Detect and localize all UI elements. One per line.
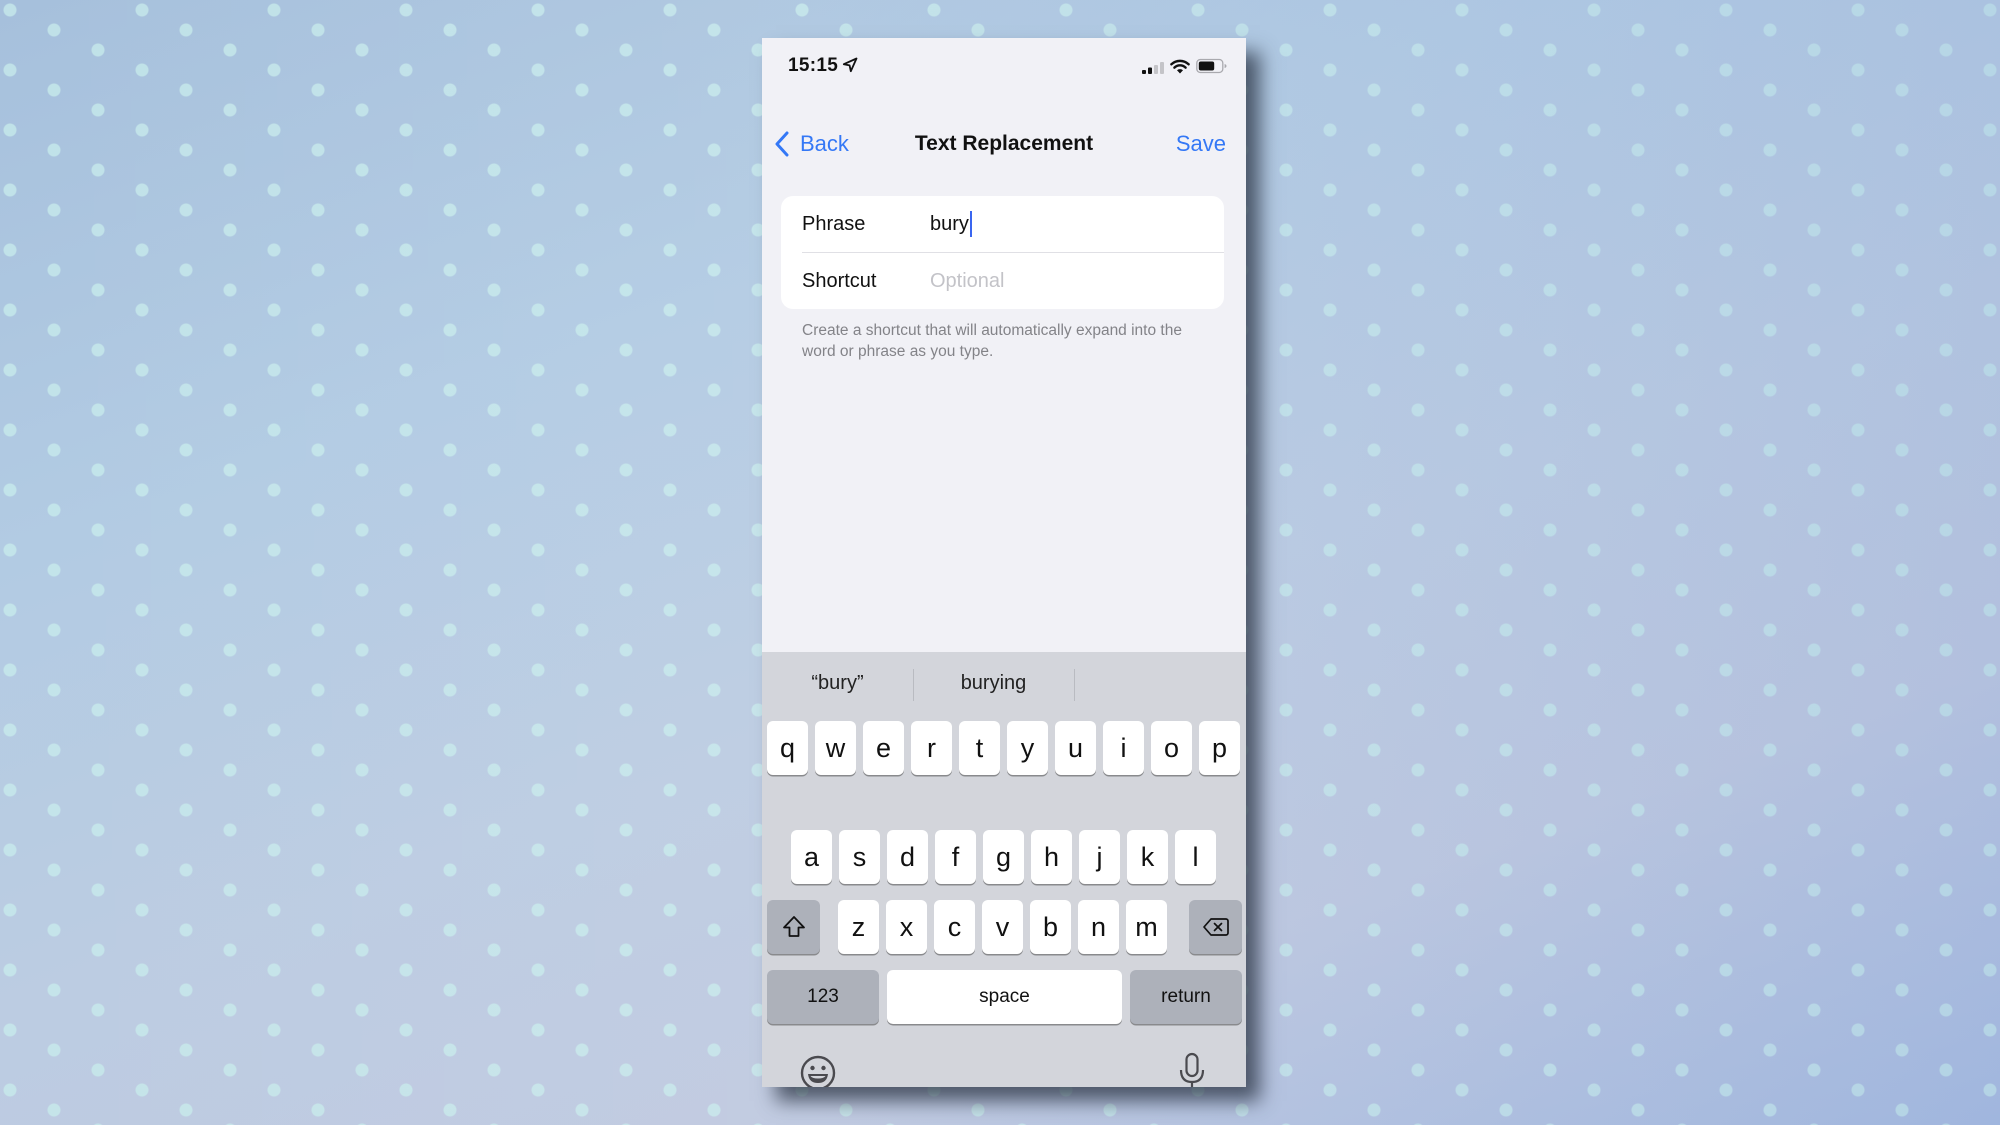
predictive-text-bar: “bury” burying — [762, 652, 1246, 714]
suggestion-empty[interactable] — [1074, 652, 1246, 714]
space-key[interactable]: space — [887, 970, 1122, 1024]
key-c[interactable]: c — [934, 900, 975, 954]
shortcut-row: Shortcut — [781, 253, 1224, 309]
microphone-icon[interactable] — [1178, 1052, 1206, 1087]
key-n[interactable]: n — [1078, 900, 1119, 954]
shortcut-label: Shortcut — [802, 270, 877, 292]
back-label: Back — [800, 131, 849, 156]
key-v[interactable]: v — [982, 900, 1023, 954]
shortcut-input[interactable] — [930, 263, 1210, 299]
key-i[interactable]: i — [1103, 721, 1144, 775]
phrase-row: Phrase — [781, 196, 1224, 252]
delete-key[interactable] — [1189, 900, 1242, 954]
phrase-label: Phrase — [802, 213, 866, 235]
key-e[interactable]: e — [863, 721, 904, 775]
phrase-input[interactable] — [930, 206, 1210, 242]
key-w[interactable]: w — [815, 721, 856, 775]
key-y[interactable]: y — [1007, 721, 1048, 775]
key-l[interactable]: l — [1175, 830, 1216, 884]
key-r[interactable]: r — [911, 721, 952, 775]
key-b[interactable]: b — [1030, 900, 1071, 954]
key-h[interactable]: h — [1031, 830, 1072, 884]
chevron-left-icon — [775, 131, 789, 157]
cellular-signal-icon — [1142, 62, 1164, 74]
shift-key[interactable] — [767, 900, 820, 954]
key-q[interactable]: q — [767, 721, 808, 775]
navigation-bar: Back Text Replacement Save — [762, 124, 1246, 164]
key-d[interactable]: d — [887, 830, 928, 884]
back-button[interactable]: Back — [774, 124, 849, 164]
suggestion-literal[interactable]: “bury” — [762, 652, 913, 714]
key-z[interactable]: z — [838, 900, 879, 954]
suggestion-word[interactable]: burying — [913, 652, 1074, 714]
text-replacement-form: Phrase Shortcut — [781, 196, 1224, 309]
key-a[interactable]: a — [791, 830, 832, 884]
key-s[interactable]: s — [839, 830, 880, 884]
key-f[interactable]: f — [935, 830, 976, 884]
key-m[interactable]: m — [1126, 900, 1167, 954]
status-bar: 15:15 — [762, 38, 1246, 94]
save-button[interactable]: Save — [1176, 124, 1226, 164]
shift-icon — [782, 916, 805, 937]
wifi-icon — [1170, 59, 1190, 74]
key-g[interactable]: g — [983, 830, 1024, 884]
key-u[interactable]: u — [1055, 721, 1096, 775]
keyboard: “bury” burying qwertyuiop asdfghjkl zxcvbn… — [762, 652, 1246, 1087]
phone-screen: 15:15 Back Text Replacement Save Phrase … — [762, 38, 1246, 1087]
location-arrow-icon — [842, 57, 858, 73]
text-cursor — [969, 211, 972, 237]
emoji-icon[interactable] — [800, 1055, 836, 1087]
delete-backspace-icon — [1202, 918, 1229, 936]
return-key[interactable]: return — [1130, 970, 1242, 1024]
key-t[interactable]: t — [959, 721, 1000, 775]
key-j[interactable]: j — [1079, 830, 1120, 884]
status-time: 15:15 — [788, 55, 839, 76]
helper-text: Create a shortcut that will automaticall… — [802, 322, 1182, 360]
battery-icon — [1196, 58, 1227, 74]
key-k[interactable]: k — [1127, 830, 1168, 884]
numbers-key[interactable]: 123 — [767, 970, 879, 1024]
key-x[interactable]: x — [886, 900, 927, 954]
key-o[interactable]: o — [1151, 721, 1192, 775]
key-p[interactable]: p — [1199, 721, 1240, 775]
